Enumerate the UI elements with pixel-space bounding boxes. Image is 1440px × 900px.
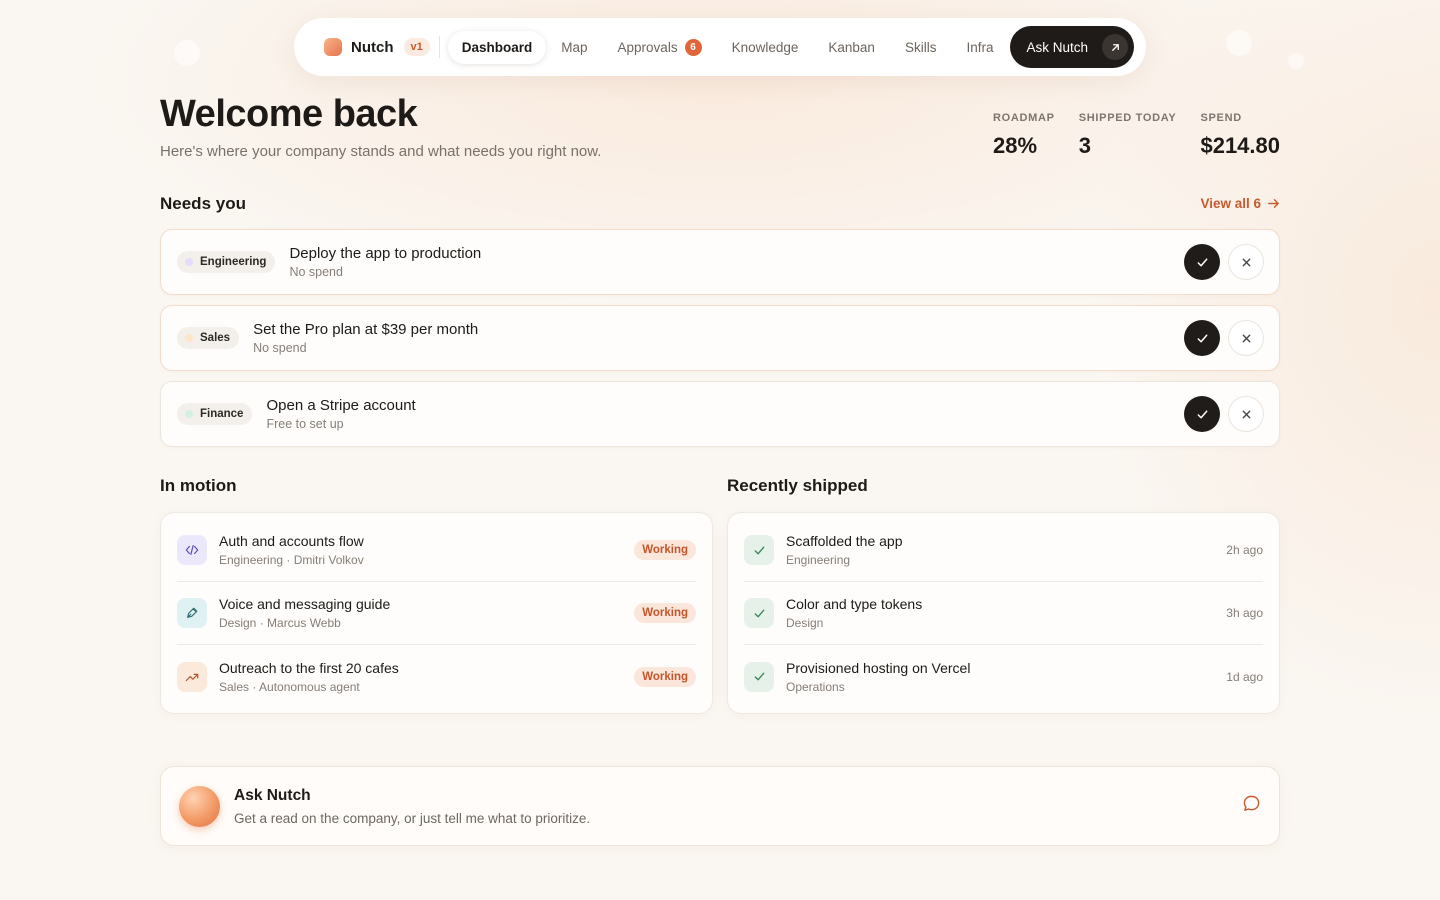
item-meta: Sales · Autonomous agent bbox=[219, 679, 360, 694]
timestamp: 1d ago bbox=[1226, 669, 1263, 684]
check-icon bbox=[1197, 334, 1207, 342]
check-icon bbox=[744, 661, 774, 692]
decor-bubble bbox=[174, 40, 200, 66]
page-subtitle: Here's where your company stands and wha… bbox=[160, 143, 602, 160]
approvals-count-badge: 6 bbox=[684, 38, 702, 56]
check-icon bbox=[744, 598, 774, 628]
ask-nutch-button[interactable]: Ask Nutch bbox=[1010, 26, 1134, 68]
check-icon bbox=[1197, 258, 1207, 266]
tab-approvals[interactable]: Approvals 6 bbox=[603, 30, 717, 65]
item-title: Color and type tokens bbox=[786, 596, 923, 612]
list-item[interactable]: Outreach to the first 20 cafes Sales · A… bbox=[177, 645, 696, 708]
list-item[interactable]: Scaffolded the app Engineering 2h ago bbox=[744, 519, 1263, 582]
stat-roadmap: ROADMAP 28% bbox=[992, 112, 1055, 158]
check-icon bbox=[744, 535, 774, 565]
dept-dot bbox=[185, 410, 193, 418]
status-badge: Working bbox=[634, 603, 696, 623]
item-meta: Design bbox=[786, 616, 824, 630]
dept-dot bbox=[185, 334, 193, 342]
list-item[interactable]: Provisioned hosting on Vercel Operations… bbox=[744, 645, 1263, 708]
approval-title: Open a Stripe account bbox=[266, 397, 416, 414]
approve-button[interactable] bbox=[1184, 396, 1220, 432]
dept-dot bbox=[185, 258, 193, 266]
timestamp: 2h ago bbox=[1226, 543, 1263, 557]
decor-bubble bbox=[1226, 30, 1252, 56]
tab-knowledge[interactable]: Knowledge bbox=[717, 31, 814, 64]
page-title: Welcome back bbox=[160, 93, 418, 135]
brand-logo-icon bbox=[324, 38, 342, 56]
status-badge: Working bbox=[634, 666, 696, 687]
stat-shipped-today: SHIPPED TODAY 3 bbox=[1078, 112, 1177, 158]
stats: ROADMAP 28% SHIPPED TODAY 3 SPEND $214.8… bbox=[993, 112, 1280, 159]
approve-button[interactable] bbox=[1184, 244, 1220, 280]
check-icon bbox=[1197, 410, 1207, 418]
recently-shipped-title: Recently shipped bbox=[727, 476, 868, 495]
item-title: Outreach to the first 20 cafes bbox=[219, 659, 399, 676]
ask-nutch-card[interactable]: Ask Nutch Get a read on the company, or … bbox=[160, 766, 1280, 846]
ask-card-title: Ask Nutch bbox=[234, 786, 311, 804]
item-meta: Engineering bbox=[786, 553, 851, 567]
view-all-link[interactable]: View all 6 bbox=[1200, 196, 1280, 211]
approval-title: Set the Pro plan at $39 per month bbox=[253, 321, 479, 338]
tab-dashboard[interactable]: Dashboard bbox=[447, 30, 547, 64]
item-title: Scaffolded the app bbox=[786, 533, 903, 549]
decor-bubble bbox=[1288, 53, 1304, 69]
list-item[interactable]: Color and type tokens Design 3h ago bbox=[744, 582, 1263, 645]
item-meta: Design · Marcus Webb bbox=[219, 616, 341, 630]
ask-card-subtitle: Get a read on the company, or just tell … bbox=[234, 810, 591, 826]
chat-bubble-icon[interactable] bbox=[1242, 794, 1261, 818]
trend-up-icon bbox=[177, 661, 207, 692]
dept-tag: Engineering bbox=[177, 251, 276, 273]
approval-card[interactable]: Engineering Deploy the app to production… bbox=[160, 229, 1280, 295]
approval-sub: Free to set up bbox=[266, 417, 344, 431]
reject-button[interactable] bbox=[1228, 396, 1264, 432]
reject-button[interactable] bbox=[1228, 320, 1264, 356]
pen-icon bbox=[177, 598, 207, 628]
approval-card[interactable]: Finance Open a Stripe account Free to se… bbox=[160, 381, 1280, 447]
needs-you-title: Needs you bbox=[160, 194, 246, 213]
dept-tag: Sales bbox=[177, 327, 240, 349]
stat-spend: SPEND $214.80 bbox=[1200, 112, 1280, 158]
status-badge: Working bbox=[634, 540, 696, 560]
brand-name: Nutch bbox=[351, 38, 394, 56]
close-icon bbox=[1242, 258, 1250, 266]
approval-sub: No spend bbox=[253, 341, 307, 355]
tab-skills[interactable]: Skills bbox=[890, 31, 952, 64]
in-motion-panel: Auth and accounts flow Engineering · Dmi… bbox=[160, 512, 713, 714]
arrow-up-right-icon bbox=[1102, 34, 1128, 60]
code-icon bbox=[177, 535, 207, 565]
in-motion-title: In motion bbox=[160, 476, 237, 495]
nutch-orb-avatar bbox=[179, 785, 220, 827]
reject-button[interactable] bbox=[1228, 244, 1264, 280]
item-meta: Operations bbox=[786, 679, 845, 694]
arrow-right-icon bbox=[1268, 199, 1279, 208]
recently-shipped-panel: Scaffolded the app Engineering 2h ago Co… bbox=[727, 512, 1280, 714]
item-title: Provisioned hosting on Vercel bbox=[786, 659, 971, 676]
top-nav: Nutch v1 Dashboard Map Approvals 6 Knowle… bbox=[294, 18, 1146, 76]
tab-kanban[interactable]: Kanban bbox=[813, 31, 890, 64]
item-title: Auth and accounts flow bbox=[219, 533, 364, 549]
brand[interactable]: Nutch v1 bbox=[324, 38, 430, 56]
nav-divider bbox=[438, 36, 440, 58]
item-meta: Engineering · Dmitri Volkov bbox=[219, 553, 364, 567]
approval-title: Deploy the app to production bbox=[289, 245, 482, 262]
tab-map[interactable]: Map bbox=[546, 31, 602, 64]
timestamp: 3h ago bbox=[1226, 606, 1263, 620]
item-title: Voice and messaging guide bbox=[219, 596, 391, 612]
dept-tag: Finance bbox=[177, 403, 253, 425]
version-badge: v1 bbox=[403, 38, 430, 56]
close-icon bbox=[1242, 410, 1250, 418]
approval-sub: No spend bbox=[289, 265, 343, 279]
approve-button[interactable] bbox=[1184, 320, 1220, 356]
close-icon bbox=[1242, 334, 1250, 342]
list-item[interactable]: Auth and accounts flow Engineering · Dmi… bbox=[177, 519, 696, 582]
approval-card[interactable]: Sales Set the Pro plan at $39 per month … bbox=[160, 305, 1280, 371]
list-item[interactable]: Voice and messaging guide Design · Marcu… bbox=[177, 582, 696, 645]
tab-infra[interactable]: Infra bbox=[951, 31, 1008, 64]
